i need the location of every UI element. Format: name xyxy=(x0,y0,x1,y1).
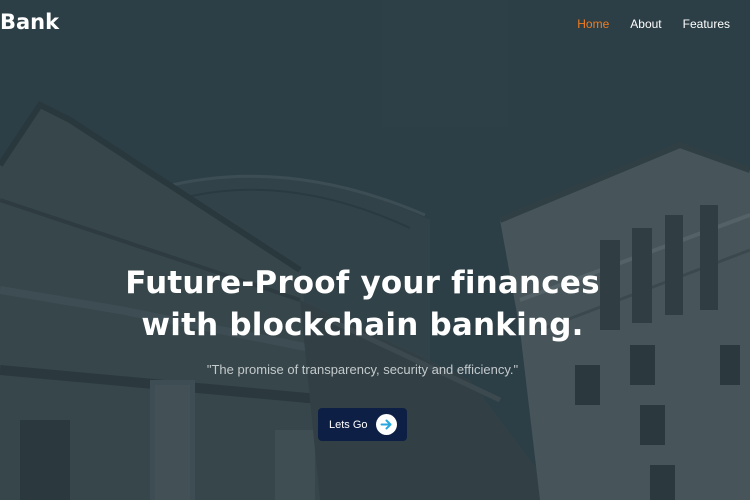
nav-link-about[interactable]: About xyxy=(630,17,661,31)
brand-logo[interactable]: Bank xyxy=(0,10,59,34)
top-navigation: Bank Home About Features xyxy=(0,0,750,48)
lets-go-button[interactable]: Lets Go xyxy=(318,408,407,441)
lets-go-label: Lets Go xyxy=(329,418,368,431)
nav-links: Home About Features xyxy=(577,17,730,31)
arrow-right-icon xyxy=(376,414,397,435)
hero-section: Future-Proof your finances with blockcha… xyxy=(0,262,725,377)
hero-subtitle: "The promise of transparency, security a… xyxy=(206,362,519,377)
hero-title-line-1: Future-Proof your finances xyxy=(125,265,600,301)
hero-title-line-2: with blockchain banking. xyxy=(141,307,584,343)
nav-link-home[interactable]: Home xyxy=(577,17,609,31)
hero-title: Future-Proof your finances with blockcha… xyxy=(0,262,725,346)
nav-link-features[interactable]: Features xyxy=(683,17,730,31)
